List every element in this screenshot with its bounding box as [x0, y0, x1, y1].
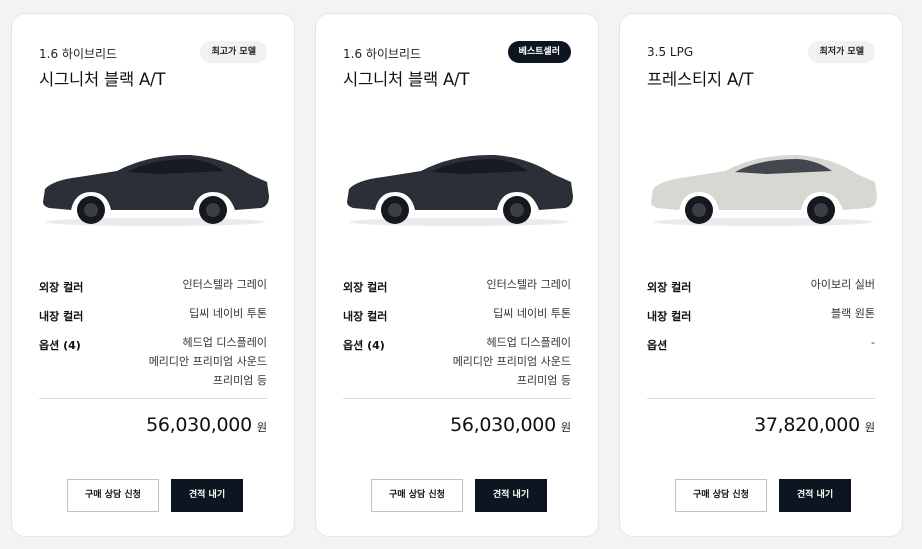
exterior-color-value: 인터스텔라 그레이	[182, 278, 267, 291]
purchase-consult-button[interactable]: 구매 상담 신청	[675, 479, 767, 512]
trim-card: 3.5 LPG 최저가 모델 프레스티지 A/T 외장 컬러 아이보리 실버 내…	[619, 13, 903, 537]
options-label: 옵션	[647, 339, 668, 352]
price-value: 37,820,000	[754, 414, 860, 436]
interior-color-label: 내장 컬러	[647, 310, 692, 323]
purchase-consult-button[interactable]: 구매 상담 신청	[371, 479, 463, 512]
engine-type: 1.6 하이브리드	[343, 47, 422, 61]
price: 56,030,000 원	[146, 414, 267, 436]
trim-name: 시그니처 블랙 A/T	[343, 70, 470, 89]
price: 56,030,000 원	[450, 414, 571, 436]
exterior-color-label: 외장 컬러	[647, 281, 692, 294]
option-item: 프리미엄 등	[516, 374, 571, 387]
divider	[647, 398, 875, 399]
exterior-color-value: 인터스텔라 그레이	[486, 278, 571, 291]
car-image	[347, 154, 573, 226]
option-item: 메리디안 프리미엄 사운드	[452, 355, 571, 368]
get-quote-button[interactable]: 견적 내기	[779, 479, 851, 512]
car-image	[43, 154, 269, 226]
trim-card: 1.6 하이브리드 베스트셀러 시그니처 블랙 A/T 외장 컬러 인터스텔라 …	[315, 13, 599, 537]
trim-badge: 최고가 모델	[200, 41, 267, 63]
option-item: 메리디안 프리미엄 사운드	[148, 355, 267, 368]
divider	[39, 398, 267, 399]
option-item: 프리미엄 등	[212, 374, 267, 387]
car-image	[651, 154, 877, 226]
options-list: 헤드업 디스플레이 메리디안 프리미엄 사운드 프리미엄 등	[149, 333, 267, 390]
exterior-color-label: 외장 컬러	[39, 281, 84, 294]
trim-badge: 최저가 모델	[808, 41, 875, 63]
price-unit: 원	[864, 421, 875, 434]
option-item: 헤드업 디스플레이	[486, 336, 571, 349]
price-unit: 원	[560, 421, 571, 434]
trim-badge: 베스트셀러	[507, 41, 571, 63]
price: 37,820,000 원	[754, 414, 875, 436]
interior-color-value: 딥씨 네이비 투톤	[493, 307, 571, 320]
options-list: 헤드업 디스플레이 메리디안 프리미엄 사운드 프리미엄 등	[453, 333, 571, 390]
get-quote-button[interactable]: 견적 내기	[171, 479, 243, 512]
options-label: 옵션 (4)	[343, 339, 385, 352]
price-value: 56,030,000	[450, 414, 556, 436]
interior-color-label: 내장 컬러	[39, 310, 84, 323]
trim-name: 프레스티지 A/T	[647, 70, 754, 89]
engine-type: 1.6 하이브리드	[39, 47, 118, 61]
trim-name: 시그니처 블랙 A/T	[39, 70, 166, 89]
interior-color-value: 블랙 원톤	[831, 307, 875, 320]
exterior-color-value: 아이보리 실버	[810, 278, 875, 291]
option-item: -	[871, 336, 875, 349]
engine-type: 3.5 LPG	[647, 45, 694, 59]
interior-color-value: 딥씨 네이비 투톤	[189, 307, 267, 320]
get-quote-button[interactable]: 견적 내기	[475, 479, 547, 512]
options-list: -	[871, 333, 875, 352]
interior-color-label: 내장 컬러	[343, 310, 388, 323]
exterior-color-label: 외장 컬러	[343, 281, 388, 294]
purchase-consult-button[interactable]: 구매 상담 신청	[67, 479, 159, 512]
price-unit: 원	[256, 421, 267, 434]
divider	[343, 398, 571, 399]
option-item: 헤드업 디스플레이	[182, 336, 267, 349]
options-label: 옵션 (4)	[39, 339, 81, 352]
trim-card: 1.6 하이브리드 최고가 모델 시그니처 블랙 A/T 외장 컬러 인터스텔라…	[11, 13, 295, 537]
price-value: 56,030,000	[146, 414, 252, 436]
